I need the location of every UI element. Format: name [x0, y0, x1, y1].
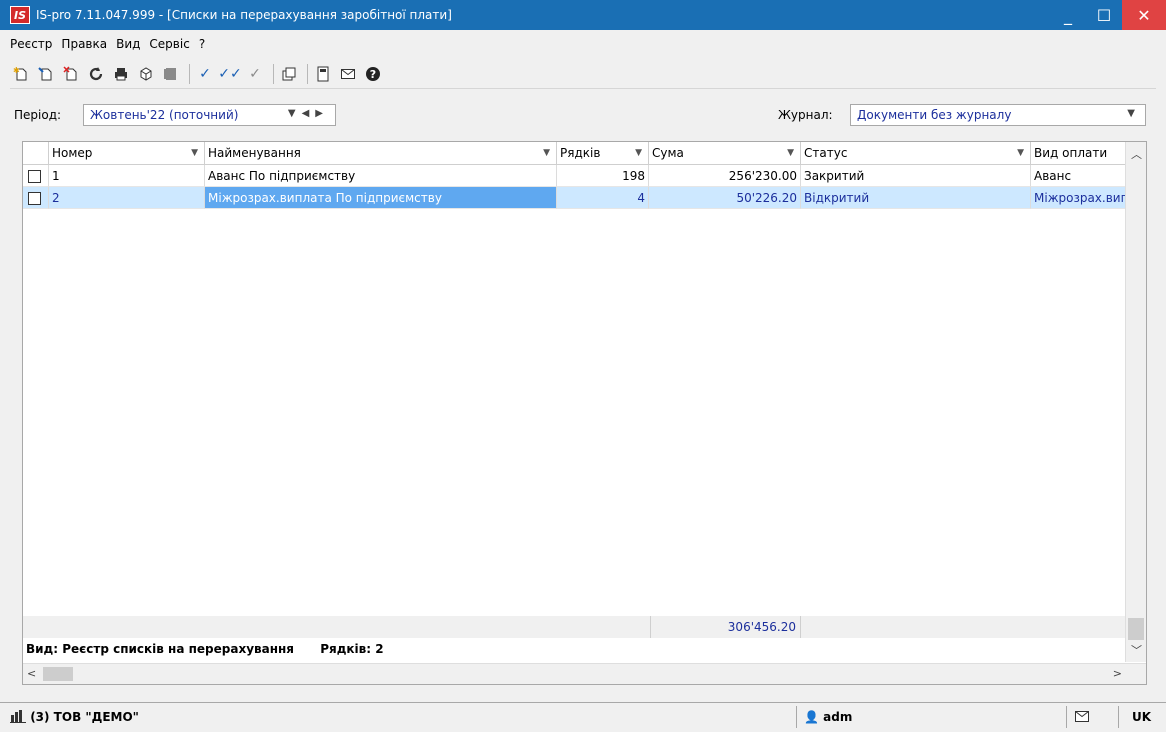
menu-bar: Реєстр Правка Вид Сервіс ? [0, 34, 214, 54]
scroll-down-icon[interactable]: ﹀ [1131, 642, 1142, 658]
double-check-icon[interactable]: ✓✓ [218, 63, 241, 85]
cell-payment-type: Аванс [1031, 165, 1126, 187]
archive-icon[interactable] [160, 63, 182, 85]
column-header-sum[interactable]: Сума ▼ [649, 142, 801, 164]
cell-number: 1 [49, 165, 205, 187]
scroll-up-icon[interactable]: ︿ [1131, 146, 1142, 162]
grid-info: Вид: Реєстр списків на перерахування Ряд… [26, 642, 406, 656]
header-checkbox-col [23, 142, 49, 164]
help-icon[interactable]: ? [362, 63, 384, 85]
building-icon [10, 710, 26, 723]
toolbar-separator [307, 64, 308, 84]
cell-sum: 256'230.00 [649, 165, 801, 187]
cell-name: Міжрозрах.виплата По підприємству [205, 187, 557, 209]
menu-edit[interactable]: Правка [61, 37, 107, 51]
app-logo-icon: IS [10, 6, 30, 24]
minimize-button[interactable]: _ [1050, 0, 1086, 30]
journal-label: Журнал: [778, 108, 833, 122]
user-name: adm [823, 710, 853, 724]
user-icon: 👤 [804, 710, 819, 724]
table-row[interactable]: 1 Аванс По підприємству 198 256'230.00 З… [23, 165, 1126, 187]
table-header: Номер ▼ Найменування ▼ Рядків ▼ Сума ▼ Стату… [23, 142, 1126, 165]
period-value: Жовтень'22 (поточний) [90, 108, 239, 122]
horizontal-scrollbar[interactable]: < > [23, 663, 1146, 684]
column-header-name[interactable]: Найменування ▼ [205, 142, 557, 164]
cell-rows-count: 198 [557, 165, 649, 187]
toolbar: ✱ ✓ ✓✓ ✓ ? [10, 60, 1156, 89]
menu-service[interactable]: Сервіс [149, 37, 189, 51]
cell-name: Аванс По підприємству [205, 165, 557, 187]
row-checkbox[interactable] [28, 192, 41, 205]
menu-registry[interactable]: Реєстр [10, 37, 52, 51]
filter-dropdown-icon: ▼ [1017, 148, 1024, 158]
row-checkbox[interactable] [28, 170, 41, 183]
menu-view[interactable]: Вид [116, 37, 140, 51]
column-header-number[interactable]: Номер ▼ [49, 142, 205, 164]
new-document-icon[interactable]: ✱ [10, 63, 32, 85]
cell-status: Закритий [801, 165, 1031, 187]
toolbar-separator [189, 64, 190, 84]
column-header-status[interactable]: Статус ▼ [801, 142, 1031, 164]
scroll-right-icon[interactable]: > [1113, 667, 1122, 680]
filter-dropdown-icon: ▼ [787, 148, 794, 158]
journal-select[interactable]: Документи без журналу ▼ [850, 104, 1146, 126]
cell-sum: 50'226.20 [649, 187, 801, 209]
vertical-scrollbar[interactable]: ︿ ﹀ [1125, 142, 1146, 662]
print-icon[interactable] [110, 63, 132, 85]
summary-row: 306'456.20 [23, 616, 1126, 638]
delete-document-icon[interactable] [60, 63, 82, 85]
svg-text:?: ? [370, 68, 376, 81]
cell-number: 2 [49, 187, 205, 209]
rows-count-label: Рядків: 2 [320, 642, 384, 656]
filter-dropdown-icon: ▼ [543, 148, 550, 158]
uncheck-icon[interactable]: ✓ [244, 63, 266, 85]
period-nav-arrows-icon[interactable]: ▼◀▶ [288, 108, 329, 119]
cell-rows-count: 4 [557, 187, 649, 209]
column-header-payment-type[interactable]: Вид оплати [1031, 142, 1126, 164]
refresh-icon[interactable] [85, 63, 107, 85]
period-select[interactable]: Жовтень'22 (поточний) ▼◀▶ [83, 104, 336, 126]
total-sum: 306'456.20 [650, 616, 801, 638]
filter-dropdown-icon: ▼ [191, 148, 198, 158]
table-row-selected[interactable]: 2 Міжрозрах.виплата По підприємству 4 50… [23, 187, 1126, 209]
menu-help[interactable]: ? [199, 37, 205, 51]
scroll-left-icon[interactable]: < [27, 667, 36, 680]
user-info: 👤 adm [804, 706, 852, 728]
maximize-button[interactable]: ☐ [1086, 0, 1122, 30]
toolbar-separator [273, 64, 274, 84]
documents-table: Номер ▼ Найменування ▼ Рядків ▼ Сума ▼ Стату… [22, 141, 1147, 685]
scroll-thumb[interactable] [1128, 618, 1144, 640]
copy-icon[interactable] [278, 63, 300, 85]
journal-value: Документи без журналу [857, 108, 1012, 122]
column-header-rows[interactable]: Рядків ▼ [557, 142, 649, 164]
scroll-thumb[interactable] [43, 667, 73, 681]
title-bar: IS IS-pro 7.11.047.999 - [Списки на пере… [0, 0, 1166, 30]
mail-icon[interactable] [337, 63, 359, 85]
mail-status-icon[interactable] [1074, 706, 1090, 728]
company-name: (3) ТОВ "ДЕМО" [30, 710, 139, 724]
close-button[interactable]: ✕ [1122, 0, 1166, 30]
status-bar: (3) ТОВ "ДЕМО" 👤 adm UK [0, 702, 1166, 732]
view-label: Вид: Реєстр списків на перерахування [26, 642, 295, 656]
cell-payment-type: Міжрозрах.вип [1031, 187, 1126, 209]
window-title: IS-pro 7.11.047.999 - [Списки на перерах… [36, 8, 452, 22]
cell-status: Відкритий [801, 187, 1031, 209]
package-icon[interactable] [135, 63, 157, 85]
filter-dropdown-icon: ▼ [635, 148, 642, 158]
company-info[interactable]: (3) ТОВ "ДЕМО" [10, 706, 139, 728]
calculator-icon[interactable] [312, 63, 334, 85]
svg-text:✱: ✱ [13, 66, 20, 75]
language-indicator[interactable]: UK [1132, 706, 1151, 728]
period-label: Період: [14, 108, 62, 122]
check-icon[interactable]: ✓ [194, 63, 216, 85]
edit-document-icon[interactable] [35, 63, 57, 85]
chevron-down-icon[interactable]: ▼ [1127, 108, 1141, 119]
